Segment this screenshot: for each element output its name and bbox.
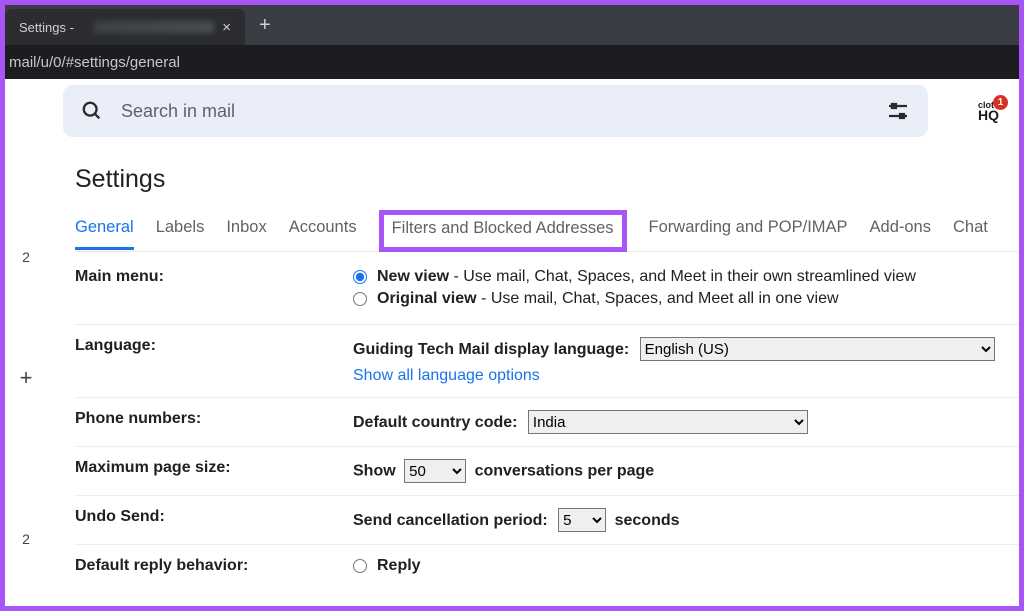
tab-forwarding[interactable]: Forwarding and POP/IMAP [649, 218, 848, 250]
rail-indicator: 2 [22, 531, 30, 547]
radio-reply[interactable] [353, 559, 367, 573]
tab-labels[interactable]: Labels [156, 218, 205, 250]
country-code-select[interactable]: India [528, 410, 808, 434]
tab-inbox[interactable]: Inbox [226, 218, 266, 250]
language-select[interactable]: English (US) [640, 337, 995, 361]
tune-icon[interactable] [886, 99, 910, 123]
search-input[interactable] [121, 101, 886, 122]
search-icon [81, 100, 103, 122]
tab-title: Settings - [19, 20, 88, 35]
radio-new-view[interactable] [353, 270, 367, 284]
left-rail: 2 + 2 [9, 249, 43, 591]
page-size-select[interactable]: 50 [404, 459, 466, 483]
search-bar[interactable] [63, 85, 928, 137]
section-label: Maximum page size: [75, 459, 353, 483]
tab-accounts[interactable]: Accounts [289, 218, 357, 250]
tab-chat[interactable]: Chat [953, 218, 988, 250]
section-label: Language: [75, 337, 353, 385]
browser-tab[interactable]: Settings - × [5, 9, 245, 45]
show-all-languages-link[interactable]: Show all language options [353, 367, 1019, 385]
url-text: mail/u/0/#settings/general [9, 54, 180, 71]
section-reply: Default reply behavior: Reply [75, 545, 1019, 591]
plus-icon[interactable]: + [20, 365, 33, 391]
section-label: Default reply behavior: [75, 557, 353, 579]
tab-blurred-area [94, 21, 214, 33]
section-label: Undo Send: [75, 508, 353, 532]
section-phone: Phone numbers: Default country code: Ind… [75, 398, 1019, 447]
browser-tabs-bar: Settings - × + [5, 5, 1019, 45]
tab-addons[interactable]: Add-ons [870, 218, 931, 250]
rail-indicator: 2 [22, 249, 30, 265]
section-main-menu: Main menu: New view - Use mail, Chat, Sp… [75, 264, 1019, 325]
section-language: Language: Guiding Tech Mail display lang… [75, 325, 1019, 398]
settings-tabs: General Labels Inbox Accounts Filters an… [75, 218, 1019, 252]
address-bar[interactable]: mail/u/0/#settings/general [5, 45, 1019, 79]
page-title: Settings [75, 165, 1019, 194]
close-icon[interactable]: × [222, 19, 231, 36]
tab-general[interactable]: General [75, 218, 134, 250]
section-label: Main menu: [75, 268, 353, 312]
new-tab-button[interactable]: + [259, 14, 271, 37]
section-page-size: Maximum page size: Show 50 conversations… [75, 447, 1019, 496]
undo-period-select[interactable]: 5 [558, 508, 606, 532]
hq-badge[interactable]: clot HQ 1 [978, 101, 999, 122]
section-undo-send: Undo Send: Send cancellation period: 5 s… [75, 496, 1019, 545]
notification-badge: 1 [993, 95, 1008, 110]
tab-filters[interactable]: Filters and Blocked Addresses [379, 210, 627, 252]
section-label: Phone numbers: [75, 410, 353, 434]
radio-original-view[interactable] [353, 292, 367, 306]
